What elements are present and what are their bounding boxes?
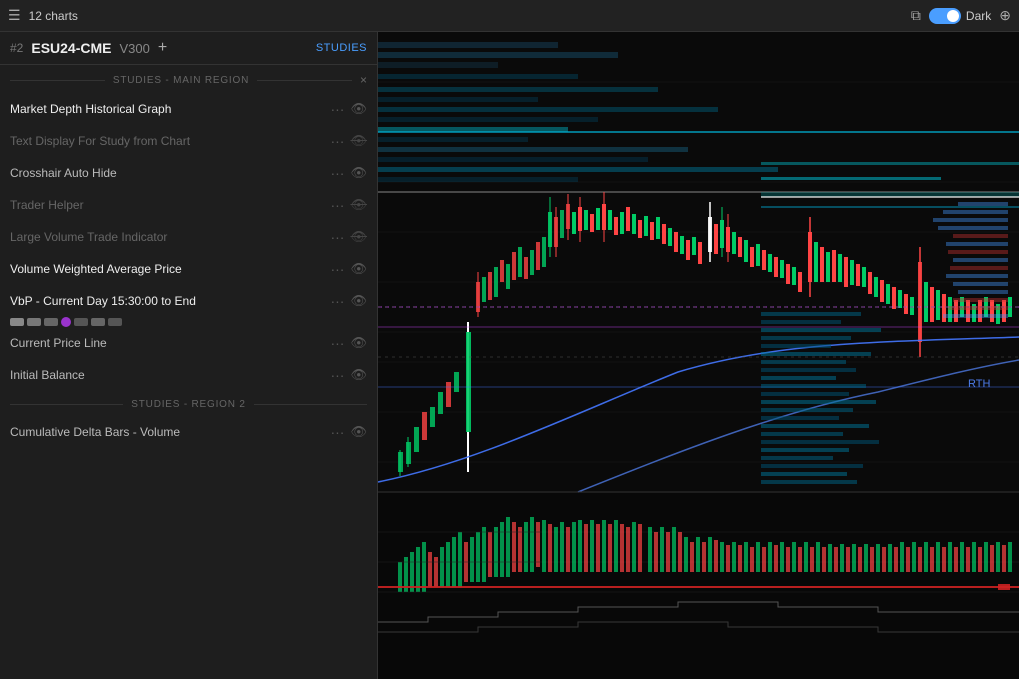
chart-header: #2 ESU24-CME V300 + STUDIES [0, 32, 377, 65]
study-eye-vbp[interactable]: 👁 [350, 293, 367, 309]
vbp-dot-7 [108, 318, 122, 326]
section-close-icon[interactable]: × [360, 73, 367, 87]
vbp-dot-6 [91, 318, 105, 326]
study-options-current-price[interactable]: ··· [330, 335, 344, 351]
vbp-dot-1 [10, 318, 24, 326]
study-options-large-volume[interactable]: ··· [330, 229, 344, 245]
studies-main-region-header: STUDIES - MAIN REGION × [0, 65, 377, 93]
study-item-trader-helper[interactable]: Trader Helper ··· 👁 [0, 189, 377, 221]
study-item-current-price[interactable]: Current Price Line ··· 👁 [0, 327, 377, 359]
hamburger-icon[interactable]: ☰ [8, 7, 21, 24]
study-eye-trader-helper[interactable]: 👁 [350, 197, 367, 213]
study-item-crosshair[interactable]: Crosshair Auto Hide ··· 👁 [0, 157, 377, 189]
pin-icon[interactable]: ⊕ [999, 7, 1011, 24]
study-item-vwap[interactable]: Volume Weighted Average Price ··· 👁 [0, 253, 377, 285]
section-line-left [10, 80, 105, 81]
top-bar: ☰ 12 charts ⧉ Dark ⊕ [0, 0, 1019, 32]
study-eye-initial-balance[interactable]: 👁 [350, 367, 367, 383]
study-options-vbp[interactable]: ··· [330, 293, 344, 309]
study-name-market-depth: Market Depth Historical Graph [10, 102, 330, 116]
study-name-vwap: Volume Weighted Average Price [10, 262, 330, 276]
studies-button[interactable]: STUDIES [316, 42, 367, 54]
study-name-large-volume: Large Volume Trade Indicator [10, 230, 330, 244]
vbp-dot-2 [27, 318, 41, 326]
study-eye-cumulative-delta[interactable]: 👁 [350, 424, 367, 440]
study-options-vwap[interactable]: ··· [330, 261, 344, 277]
study-item-vbp[interactable]: VbP - Current Day 15:30:00 to End ··· 👁 [0, 285, 377, 317]
region2-line-right [254, 404, 367, 405]
study-options-initial-balance[interactable]: ··· [330, 367, 344, 383]
region2-line-left [10, 404, 123, 405]
study-name-crosshair: Crosshair Auto Hide [10, 166, 330, 180]
chart-area[interactable]: RTH [378, 32, 1019, 679]
main-layout: #2 ESU24-CME V300 + STUDIES STUDIES - MA… [0, 32, 1019, 679]
study-item-large-volume[interactable]: Large Volume Trade Indicator ··· 👁 [0, 221, 377, 253]
chart-symbol[interactable]: ESU24-CME [31, 40, 111, 56]
toggle-label: Dark [966, 9, 991, 23]
study-item-cumulative-delta[interactable]: Cumulative Delta Bars - Volume ··· 👁 [0, 416, 377, 448]
study-name-initial-balance: Initial Balance [10, 368, 330, 382]
toggle-switch[interactable] [929, 8, 961, 24]
study-item-market-depth[interactable]: Market Depth Historical Graph ··· 👁 [0, 93, 377, 125]
study-item-initial-balance[interactable]: Initial Balance ··· 👁 [0, 359, 377, 391]
study-eye-crosshair[interactable]: 👁 [350, 165, 367, 181]
vbp-color-dots [10, 317, 377, 327]
vbp-dot-3 [44, 318, 58, 326]
study-name-trader-helper: Trader Helper [10, 198, 330, 212]
chart-number: #2 [10, 41, 23, 55]
study-options-cumulative-delta[interactable]: ··· [330, 424, 344, 440]
study-options-crosshair[interactable]: ··· [330, 165, 344, 181]
chart-resolution[interactable]: V300 [120, 41, 150, 56]
study-name-vbp: VbP - Current Day 15:30:00 to End [10, 294, 330, 308]
study-options-trader-helper[interactable]: ··· [330, 197, 344, 213]
add-study-button[interactable]: + [158, 40, 167, 56]
study-eye-market-depth[interactable]: 👁 [350, 101, 367, 117]
study-item-vbp-container: VbP - Current Day 15:30:00 to End ··· 👁 [0, 285, 377, 327]
section-line-right [257, 80, 352, 81]
studies-region2-title: STUDIES - REGION 2 [127, 399, 249, 410]
copy-icon[interactable]: ⧉ [911, 7, 921, 24]
study-eye-large-volume[interactable]: 👁 [350, 229, 367, 245]
study-eye-text-display[interactable]: 👁 [350, 133, 367, 149]
studies-region2-header: STUDIES - REGION 2 [0, 391, 377, 416]
study-options-text-display[interactable]: ··· [330, 133, 344, 149]
study-eye-vwap[interactable]: 👁 [350, 261, 367, 277]
vbp-dot-5 [74, 318, 88, 326]
vbp-dot-4 [61, 317, 71, 327]
svg-text:RTH: RTH [968, 378, 990, 390]
study-name-cumulative-delta: Cumulative Delta Bars - Volume [10, 425, 330, 439]
study-name-current-price: Current Price Line [10, 336, 330, 350]
study-options-market-depth[interactable]: ··· [330, 101, 344, 117]
sidebar: #2 ESU24-CME V300 + STUDIES STUDIES - MA… [0, 32, 378, 679]
dark-mode-toggle[interactable]: Dark [929, 8, 991, 24]
study-eye-current-price[interactable]: 👁 [350, 335, 367, 351]
charts-count-label: 12 charts [29, 9, 78, 23]
studies-main-region-title: STUDIES - MAIN REGION [109, 75, 253, 86]
chart-svg: RTH [378, 32, 1019, 679]
study-item-text-display[interactable]: Text Display For Study from Chart ··· 👁 [0, 125, 377, 157]
study-name-text-display: Text Display For Study from Chart [10, 134, 330, 148]
